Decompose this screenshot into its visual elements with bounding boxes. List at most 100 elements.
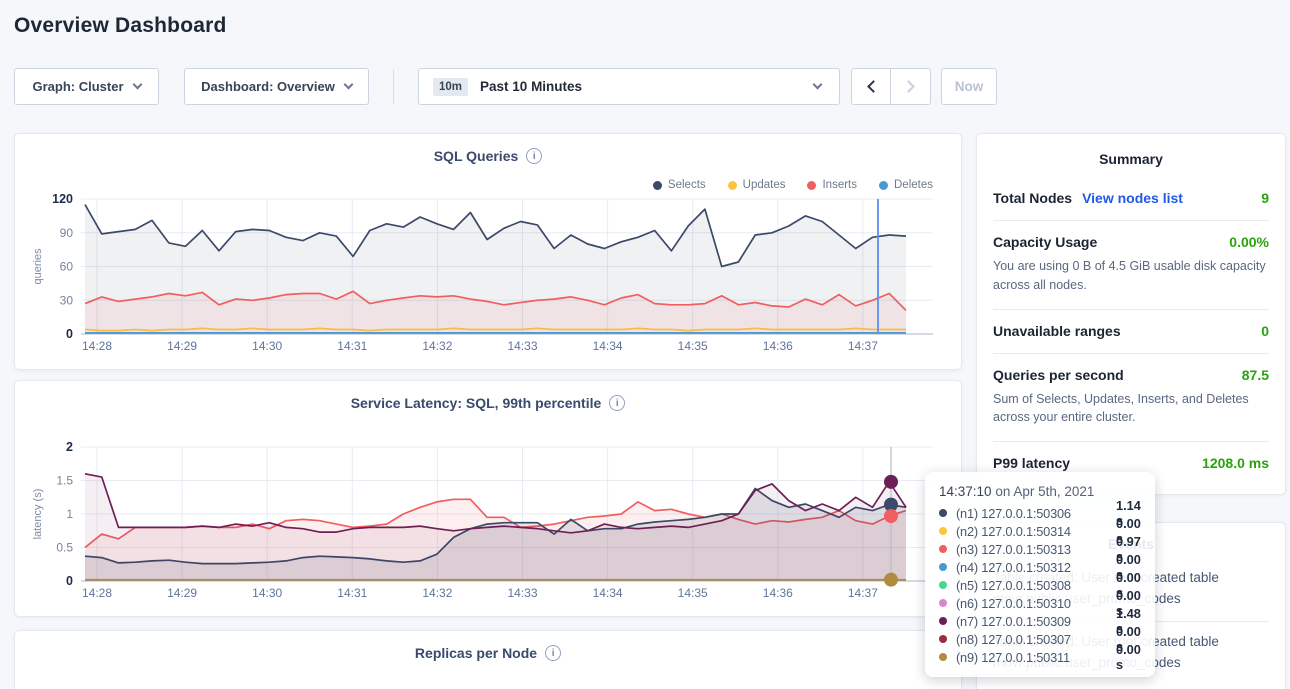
summary-panel: Summary Total NodesView nodes list9Capac… (976, 133, 1286, 495)
tooltip-node-row: (n7) 127.0.0.1:503091.48 s (939, 612, 1141, 630)
legend-label: Updates (743, 179, 786, 191)
service-latency-chart[interactable]: 00.511.5214:2814:2914:3014:3114:3214:331… (15, 381, 963, 618)
chevron-left-icon (867, 80, 880, 93)
summary-row-description: Sum of Selects, Updates, Inserts, and De… (993, 390, 1269, 428)
tooltip-node-address: (n5) 127.0.0.1:50308 (956, 578, 1108, 593)
tooltip-node-latency: 0.00 s (1116, 642, 1141, 672)
svg-text:14:30: 14:30 (252, 586, 282, 600)
svg-text:14:29: 14:29 (167, 339, 197, 353)
svg-text:1.5: 1.5 (56, 474, 73, 488)
node-color-dot-icon (939, 527, 947, 535)
node-color-dot-icon (939, 545, 947, 553)
summary-row-label: P99 latency (993, 455, 1070, 471)
legend-item-selects: Selects (653, 179, 706, 191)
tooltip-node-address: (n2) 127.0.0.1:50314 (956, 524, 1108, 539)
summary-row-value: 0 (1261, 323, 1269, 339)
node-color-dot-icon (939, 581, 947, 589)
tooltip-timestamp: 14:37:10 on Apr 5th, 2021 (939, 484, 1141, 499)
page-title: Overview Dashboard (14, 14, 227, 38)
summary-row-value: 87.5 (1242, 367, 1269, 383)
tooltip-node-address: (n1) 127.0.0.1:50306 (956, 506, 1108, 521)
summary-row-value: 0.00% (1229, 234, 1269, 250)
node-color-dot-icon (939, 617, 947, 625)
tooltip-node-row: (n8) 127.0.0.1:503070.00 s (939, 630, 1141, 648)
summary-row-label: Unavailable ranges (993, 323, 1121, 339)
summary-row: Total NodesView nodes list9 (993, 177, 1269, 221)
node-color-dot-icon (939, 509, 947, 517)
svg-text:14:31: 14:31 (337, 586, 367, 600)
tooltip-node-row: (n5) 127.0.0.1:503080.00 s (939, 576, 1141, 594)
chart-title-sql-queries: SQL Queries (434, 148, 519, 164)
svg-text:14:33: 14:33 (507, 586, 537, 600)
graph-dropdown[interactable]: Graph: Cluster (14, 68, 159, 105)
time-range-badge: 10m (433, 78, 468, 96)
legend-dot-icon (879, 181, 888, 190)
svg-text:2: 2 (66, 440, 73, 454)
svg-text:14:29: 14:29 (167, 586, 197, 600)
svg-text:14:31: 14:31 (337, 339, 367, 353)
tooltip-node-row: (n1) 127.0.0.1:503061.14 s (939, 504, 1141, 522)
legend-label: Inserts (822, 179, 857, 191)
summary-row-value: 1208.0 ms (1202, 455, 1269, 471)
tooltip-node-address: (n9) 127.0.0.1:50311 (956, 650, 1108, 665)
chevron-down-icon (343, 80, 353, 90)
svg-text:queries: queries (32, 248, 44, 285)
svg-text:120: 120 (52, 192, 73, 206)
svg-text:14:36: 14:36 (763, 586, 793, 600)
legend-label: Deletes (894, 179, 933, 191)
node-color-dot-icon (939, 653, 947, 661)
legend-dot-icon (653, 181, 662, 190)
sql-queries-card: 030609012014:2814:2914:3014:3114:3214:33… (14, 133, 962, 370)
svg-text:14:36: 14:36 (763, 339, 793, 353)
svg-text:30: 30 (60, 293, 74, 307)
node-color-dot-icon (939, 635, 947, 643)
summary-row: Unavailable ranges 0 (993, 310, 1269, 354)
legend-item-updates: Updates (728, 179, 786, 191)
svg-text:14:35: 14:35 (678, 586, 708, 600)
info-icon[interactable]: i (545, 645, 561, 661)
info-icon[interactable]: i (609, 395, 625, 411)
legend-item-inserts: Inserts (807, 179, 857, 191)
tooltip-node-row: (n9) 127.0.0.1:503110.00 s (939, 648, 1141, 666)
svg-text:latency (s): latency (s) (32, 489, 44, 540)
time-step-buttons (851, 68, 931, 105)
graph-dropdown-label: Graph: Cluster (32, 79, 123, 94)
svg-text:14:28: 14:28 (82, 339, 112, 353)
info-icon[interactable]: i (526, 148, 542, 164)
tooltip-node-address: (n6) 127.0.0.1:50310 (956, 596, 1108, 611)
node-color-dot-icon (939, 599, 947, 607)
svg-text:0.5: 0.5 (56, 541, 73, 555)
svg-text:14:32: 14:32 (422, 586, 452, 600)
time-next-button[interactable] (891, 68, 931, 105)
overview-dashboard-page: Overview Dashboard Graph: Cluster Dashbo… (0, 0, 1290, 689)
replicas-per-node-card: Replicas per Node i (14, 630, 962, 689)
svg-text:14:37: 14:37 (848, 339, 878, 353)
svg-text:0: 0 (66, 327, 73, 341)
chevron-down-icon (813, 80, 823, 90)
svg-text:14:32: 14:32 (422, 339, 452, 353)
legend-item-deletes: Deletes (879, 179, 933, 191)
time-range-label: Past 10 Minutes (480, 79, 582, 94)
tooltip-node-row: (n4) 127.0.0.1:503120.00 s (939, 558, 1141, 576)
dashboard-dropdown[interactable]: Dashboard: Overview (184, 68, 369, 105)
summary-title: Summary (993, 134, 1269, 177)
svg-text:14:34: 14:34 (593, 339, 623, 353)
tooltip-node-address: (n3) 127.0.0.1:50313 (956, 542, 1108, 557)
tooltip-node-row: (n2) 127.0.0.1:503140.00 s (939, 522, 1141, 540)
chevron-right-icon (902, 80, 915, 93)
svg-text:14:33: 14:33 (507, 339, 537, 353)
time-prev-button[interactable] (851, 68, 891, 105)
svg-text:14:34: 14:34 (593, 586, 623, 600)
view-nodes-list-link[interactable]: View nodes list (1082, 190, 1183, 206)
time-range-dropdown[interactable]: 10m Past 10 Minutes (418, 68, 840, 105)
svg-text:14:28: 14:28 (82, 586, 112, 600)
summary-row-description: You are using 0 B of 4.5 GiB usable disk… (993, 257, 1269, 295)
chart-title-replicas-per-node: Replicas per Node (415, 645, 537, 661)
sql-queries-chart[interactable]: 030609012014:2814:2914:3014:3114:3214:33… (15, 134, 963, 371)
chevron-down-icon (132, 80, 142, 90)
chart-hover-tooltip: 14:37:10 on Apr 5th, 2021 (n1) 127.0.0.1… (925, 472, 1155, 677)
tooltip-node-row: (n3) 127.0.0.1:503130.97 s (939, 540, 1141, 558)
legend-dot-icon (728, 181, 737, 190)
service-latency-card: 00.511.5214:2814:2914:3014:3114:3214:331… (14, 380, 962, 617)
now-button[interactable]: Now (941, 68, 997, 105)
